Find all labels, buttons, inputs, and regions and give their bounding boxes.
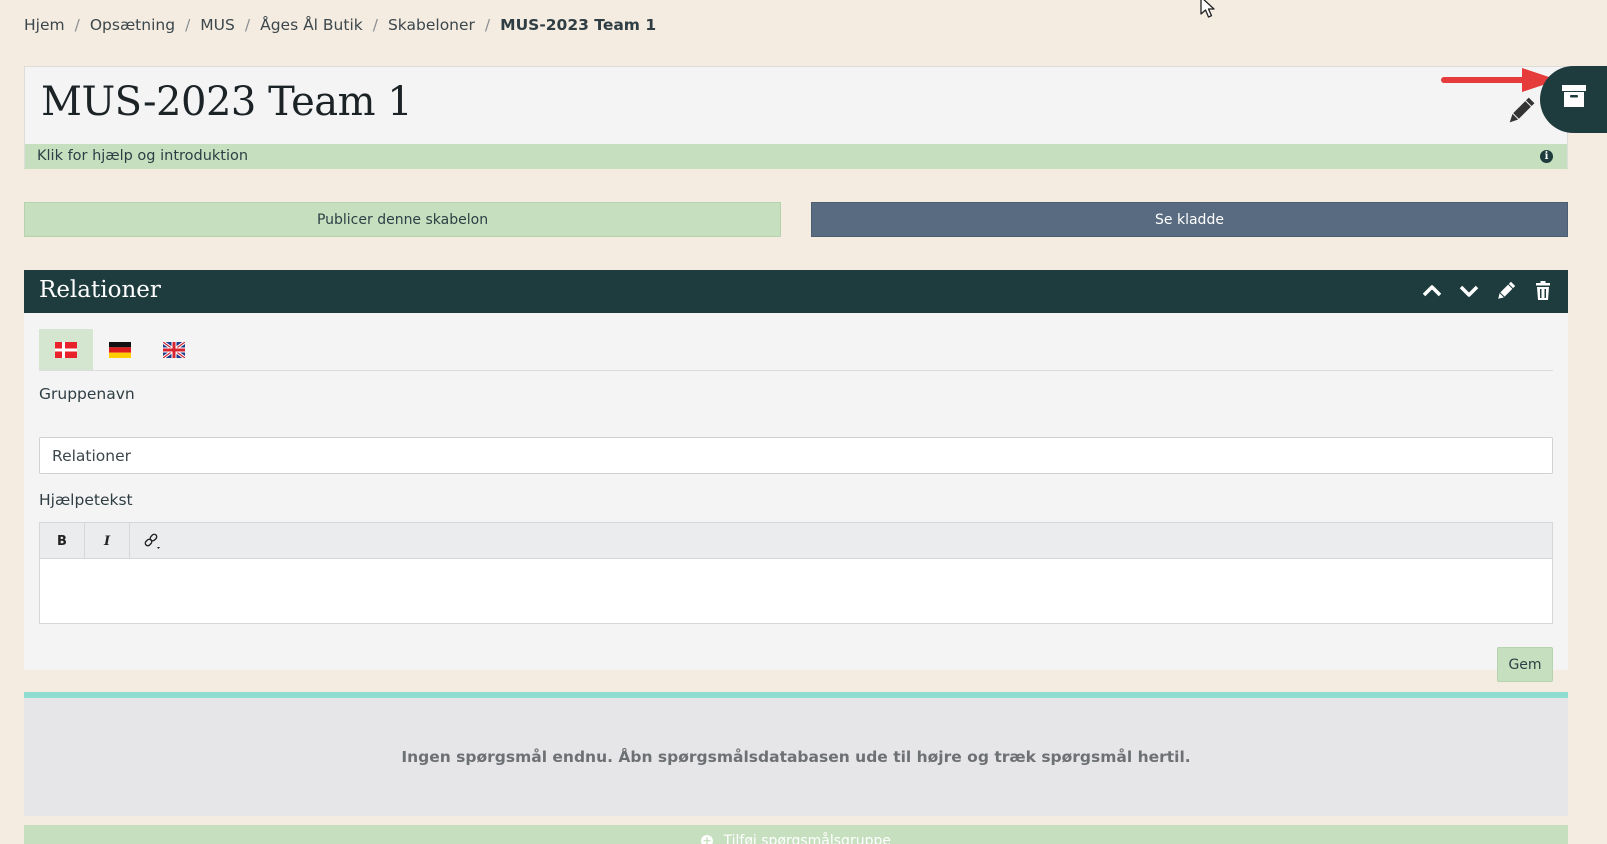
plus-circle-icon: + [701, 835, 714, 844]
help-text-label: Hjælpetekst [39, 491, 133, 509]
breadcrumb-separator: / [484, 16, 491, 34]
breadcrumb-separator: / [74, 16, 80, 34]
help-intro-bar[interactable]: Klik for hjælp og introduktion i [25, 144, 1567, 169]
question-drop-zone[interactable]: Ingen spørgsmål endnu. Åbn spørgsmålsdat… [24, 698, 1568, 816]
add-question-group-button[interactable]: + Tilføj spørgsmålsgruppe [24, 825, 1568, 844]
empty-questions-message: Ingen spørgsmål endnu. Åbn spørgsmålsdat… [401, 748, 1191, 766]
mouse-cursor-icon [1200, 0, 1215, 18]
breadcrumb-separator: / [244, 16, 251, 34]
save-button[interactable]: Gem [1497, 647, 1553, 682]
uk-flag-icon [163, 341, 185, 358]
question-group-header: Relationer [24, 270, 1568, 313]
language-tabs [39, 329, 1553, 371]
link-icon[interactable] [130, 523, 175, 559]
tab-language-danish[interactable] [39, 329, 93, 370]
title-card: MUS-2023 Team 1 Klik for hjælp og introd… [24, 66, 1568, 169]
german-flag-icon [109, 341, 131, 358]
question-database-tab[interactable] [1540, 66, 1607, 133]
chevron-up-icon[interactable] [1421, 280, 1443, 302]
help-text-area[interactable] [40, 559, 1552, 623]
danish-flag-icon [55, 341, 77, 358]
template-actions: Publicer denne skabelon Se kladde [24, 202, 1568, 238]
question-group-card: Relationer Gruppenavn Relationer Hjælpet… [24, 270, 1568, 816]
italic-icon[interactable]: I [85, 523, 130, 559]
info-icon: i [1540, 150, 1553, 163]
tab-language-english[interactable] [147, 329, 201, 370]
question-group-form: Gruppenavn Hjælpetekst B I Ge [24, 313, 1568, 682]
breadcrumb-current: MUS-2023 Team 1 [500, 16, 657, 34]
help-text-editor: B I [39, 522, 1553, 624]
pencil-icon[interactable] [1495, 280, 1517, 302]
bold-icon[interactable]: B [40, 523, 85, 559]
add-question-group-label: Tilføj spørgsmålsgruppe [723, 833, 891, 844]
help-intro-text: Klik for hjælp og introduktion [37, 148, 249, 164]
breadcrumb-item-company[interactable]: Åges Ål Butik [260, 16, 363, 34]
breadcrumb-item-home[interactable]: Hjem [24, 16, 65, 34]
breadcrumb: Hjem / Opsætning / MUS / Åges Ål Butik /… [24, 16, 656, 34]
tab-language-german[interactable] [93, 329, 147, 370]
trash-icon[interactable] [1532, 280, 1554, 302]
publish-template-button[interactable]: Publicer denne skabelon [24, 202, 781, 237]
chevron-down-icon[interactable] [1458, 280, 1480, 302]
group-name-input[interactable] [39, 437, 1553, 474]
breadcrumb-item-mus[interactable]: MUS [200, 16, 235, 34]
breadcrumb-separator: / [372, 16, 378, 34]
editor-toolbar: B I [40, 523, 1552, 559]
breadcrumb-item-setup[interactable]: Opsætning [90, 16, 175, 34]
question-group-actions [1421, 280, 1554, 302]
breadcrumb-item-templates[interactable]: Skabeloner [388, 16, 475, 34]
pencil-icon[interactable] [1503, 93, 1539, 129]
breadcrumb-separator: / [185, 16, 191, 34]
question-group-title: Relationer [39, 277, 161, 303]
archive-box-icon [1562, 85, 1586, 107]
view-draft-button[interactable]: Se kladde [811, 202, 1568, 237]
page-title: MUS-2023 Team 1 [41, 79, 413, 125]
group-name-label: Gruppenavn [39, 385, 135, 403]
